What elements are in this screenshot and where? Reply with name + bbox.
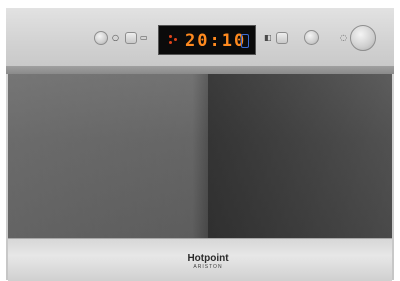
brand-sub: ARISTON — [193, 264, 223, 270]
brand-logo: Hotpoint ARISTON — [168, 253, 248, 271]
glass-reflection — [8, 74, 208, 238]
function-button[interactable] — [125, 32, 137, 44]
defrost-icon: ▭ — [140, 33, 148, 42]
confirm-button[interactable] — [304, 30, 319, 45]
power-button[interactable] — [94, 31, 108, 45]
door-top-trim — [6, 66, 394, 74]
display-time: 20:10 — [185, 31, 247, 51]
microwave-oven: ○ ▭ 20:10 ◧ ◌ Hotpoint ARISTON — [6, 8, 394, 281]
door-window — [8, 74, 392, 238]
display-indicator — [241, 34, 249, 48]
display-status-dots — [169, 35, 179, 49]
clock-display: 20:10 — [158, 25, 256, 55]
glass-shadow — [208, 74, 392, 238]
start-button[interactable] — [276, 32, 288, 44]
brand-name: Hotpoint — [187, 253, 229, 264]
start-icon: ◧ — [264, 33, 272, 42]
door-handle[interactable]: Hotpoint ARISTON — [8, 238, 392, 281]
control-panel: ○ ▭ 20:10 ◧ ◌ — [6, 8, 394, 67]
power-icon: ○ — [112, 33, 119, 42]
selector-dial[interactable] — [350, 25, 376, 51]
selector-dial-icon: ◌ — [340, 33, 347, 42]
